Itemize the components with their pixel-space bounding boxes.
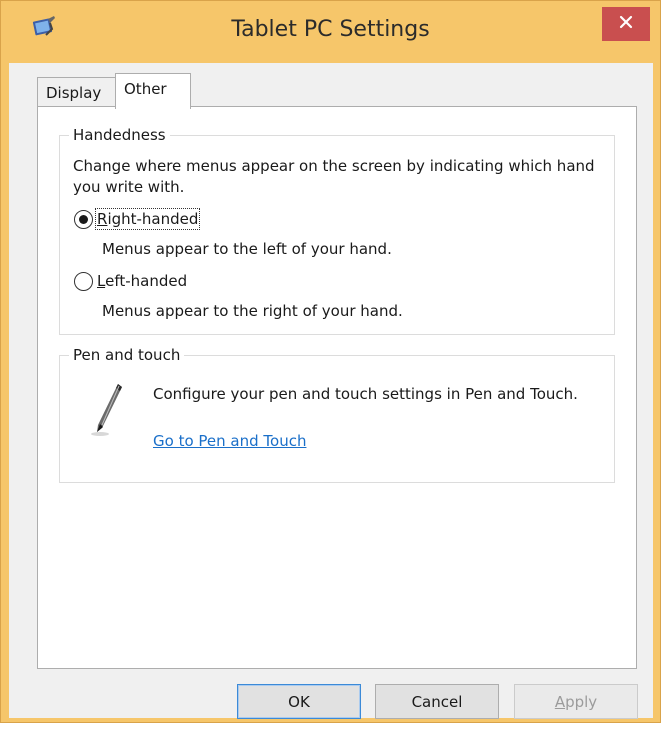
right-handed-label[interactable]: Right-handed [94, 208, 201, 230]
dialog-client-area: Display Other Handedness Change where me… [9, 63, 653, 719]
apply-mnemonic: A [554, 692, 566, 711]
handedness-legend: Handedness [69, 125, 170, 145]
tablet-pc-settings-window: Tablet PC Settings Display Other Handedn… [0, 0, 661, 723]
right-handed-option[interactable]: Right-handed [74, 208, 201, 230]
right-handed-label-rest: ight-handed [107, 210, 199, 228]
tab-panel-other: Handedness Change where menus appear on … [37, 106, 637, 669]
cancel-button[interactable]: Cancel [375, 684, 499, 719]
right-handed-mnemonic: R [97, 210, 108, 228]
pen-and-touch-group: Pen and touch Configure your pen and tou… [59, 345, 615, 483]
ok-button[interactable]: OK [237, 684, 361, 719]
tab-display[interactable]: Display [37, 77, 117, 107]
left-handed-label-rest: eft-handed [105, 272, 188, 290]
apply-label-rest: pply [565, 692, 598, 711]
title-bar[interactable]: Tablet PC Settings [1, 1, 660, 63]
left-handed-label[interactable]: Left-handed [96, 271, 188, 291]
close-button[interactable] [602, 7, 650, 41]
handedness-description: Change where menus appear on the screen … [73, 157, 595, 196]
go-to-pen-and-touch-link[interactable]: Go to Pen and Touch [153, 431, 306, 451]
apply-button[interactable]: Apply [514, 684, 638, 719]
right-handed-description: Menus appear to the left of your hand. [102, 240, 392, 258]
left-handed-option[interactable]: Left-handed [74, 271, 188, 291]
pen-and-touch-description: Configure your pen and touch settings in… [153, 385, 578, 403]
left-handed-radio[interactable] [74, 271, 93, 291]
handedness-group: Handedness Change where menus appear on … [59, 125, 615, 335]
tab-other[interactable]: Other [115, 73, 191, 109]
pen-icon [88, 380, 128, 440]
pen-and-touch-legend: Pen and touch [69, 345, 185, 365]
left-handed-mnemonic: L [97, 272, 106, 290]
right-handed-radio[interactable] [74, 209, 93, 229]
left-handed-description: Menus appear to the right of your hand. [102, 302, 403, 320]
window-title: Tablet PC Settings [231, 17, 430, 42]
close-icon [619, 15, 633, 33]
radio-selected-dot [79, 214, 88, 224]
